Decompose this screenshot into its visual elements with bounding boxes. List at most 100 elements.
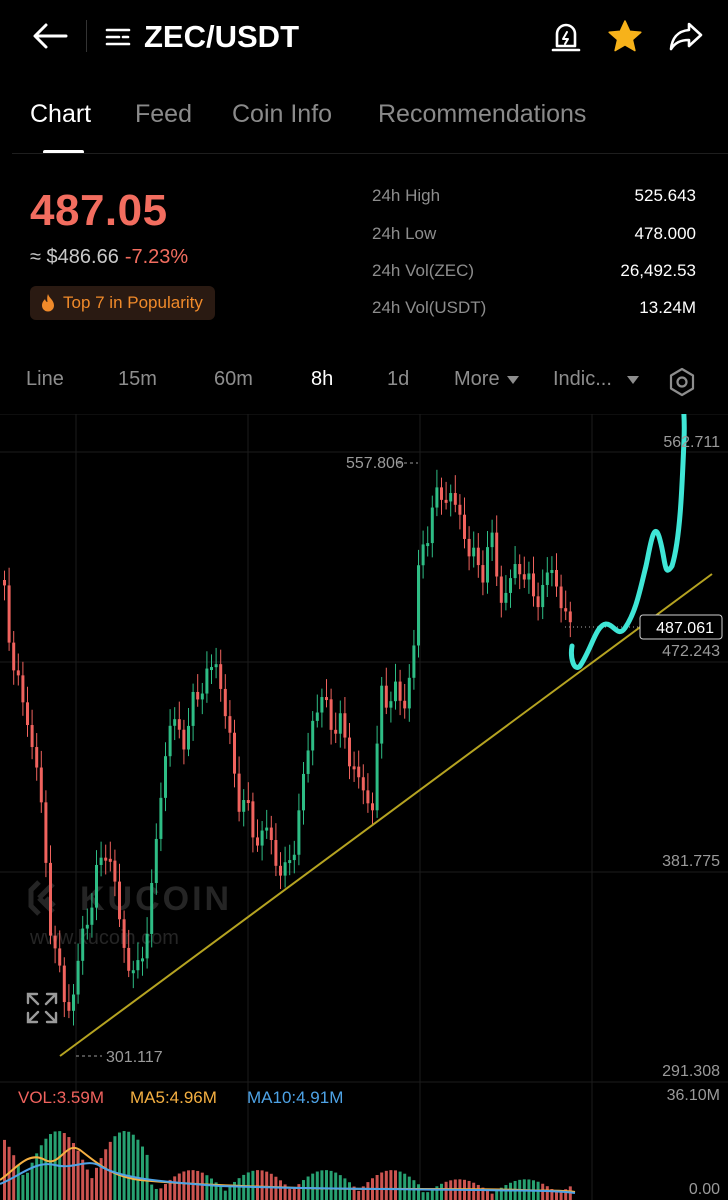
volume-bar	[205, 1175, 209, 1200]
volume-bar	[131, 1134, 135, 1200]
volume-bar	[375, 1175, 379, 1200]
candle-body	[366, 790, 370, 804]
candle-body	[536, 596, 540, 608]
volume-bar	[504, 1185, 508, 1200]
axis-label-291: 291.308	[662, 1063, 720, 1080]
candle-body	[440, 487, 443, 500]
candle-body	[108, 858, 112, 862]
candle-body	[274, 840, 278, 866]
volume-bar	[444, 1181, 448, 1200]
volume-bar	[486, 1190, 489, 1200]
volume-bar	[187, 1170, 190, 1200]
candle-body	[389, 701, 393, 708]
arrow-left-icon	[33, 23, 68, 49]
pair-selector-button[interactable]: ZEC/USDT	[104, 18, 299, 56]
candle-body	[449, 493, 453, 502]
axis-label-472: 472.243	[662, 643, 720, 660]
stat-label-24h-vol-usdt: 24h Vol(USDT)	[372, 298, 487, 317]
timeframe-60m[interactable]: 60m	[214, 368, 253, 391]
volume-bar	[26, 1172, 29, 1200]
popularity-badge[interactable]: Top 7 in Popularity	[30, 286, 215, 320]
timeframe-line[interactable]: Line	[26, 368, 64, 391]
timeframe-more[interactable]: More	[454, 368, 520, 391]
candle-body	[205, 668, 209, 694]
candle-body	[219, 664, 223, 689]
current-price-label: 487.061	[656, 620, 714, 637]
candle-body	[141, 958, 144, 962]
volume-bar	[421, 1192, 425, 1200]
volume-bar	[472, 1182, 476, 1200]
chart-settings-button[interactable]	[664, 364, 700, 400]
candle-body	[283, 862, 287, 876]
bell-alert-icon	[551, 23, 581, 52]
timeframe-8h[interactable]: 8h	[311, 368, 333, 391]
tab-coin-info[interactable]: Coin Info	[232, 100, 332, 129]
candle-body	[251, 801, 255, 838]
share-button[interactable]	[664, 16, 708, 56]
candle-body	[131, 970, 135, 974]
volume-axis-bottom: 0.00	[689, 1181, 720, 1198]
volume-bar	[325, 1170, 328, 1200]
candle-body	[168, 725, 172, 757]
candle-body	[435, 487, 439, 508]
candle-body	[343, 713, 347, 738]
candle-body	[210, 667, 213, 671]
max-marker-label: 557.806	[346, 455, 404, 472]
usd-price-row: ≈ $486.66 -7.23%	[30, 246, 188, 269]
stat-value-24h-vol-usdt: 13.24M	[639, 298, 696, 317]
candle-body	[242, 800, 246, 812]
tab-recommendations[interactable]: Recommendations	[378, 100, 586, 129]
candle-body	[430, 507, 434, 544]
candle-body	[223, 688, 227, 717]
candle-body	[472, 547, 476, 557]
candle-body	[26, 702, 29, 726]
volume-bar	[3, 1139, 6, 1200]
candle-body	[490, 532, 494, 548]
min-marker-label: 301.117	[106, 1049, 163, 1066]
candle-body	[228, 716, 232, 733]
indicators-dropdown[interactable]: Indic...	[553, 368, 640, 391]
candle-body	[504, 592, 508, 603]
volume-bar	[90, 1178, 94, 1200]
tab-chart[interactable]: Chart	[30, 100, 91, 129]
timeframe-1d[interactable]: 1d	[387, 368, 409, 391]
volume-bar	[210, 1178, 213, 1200]
volume-bar	[49, 1134, 52, 1200]
volume-bar	[366, 1182, 370, 1200]
candle-body	[541, 584, 545, 608]
hexagon-settings-icon	[669, 367, 695, 397]
fullscreen-button[interactable]	[22, 988, 62, 1028]
candle-body	[518, 564, 522, 575]
tabs-divider	[12, 153, 728, 154]
candle-body	[288, 860, 292, 864]
candle-body	[177, 719, 181, 730]
price-alert-button[interactable]	[546, 16, 586, 56]
candle-body	[173, 719, 177, 726]
favorite-button[interactable]	[604, 16, 646, 56]
candle-body	[214, 664, 218, 668]
volume-legend-ma5: MA5:4.96M	[130, 1088, 217, 1107]
volume-bar	[430, 1189, 434, 1200]
volume-bar	[223, 1190, 227, 1200]
candle-body	[334, 729, 338, 734]
tab-feed[interactable]: Feed	[135, 100, 192, 129]
volume-bar	[159, 1188, 163, 1200]
volume-bar	[417, 1184, 420, 1200]
volume-bar	[495, 1190, 499, 1200]
volume-bar	[228, 1186, 232, 1200]
candle-body	[311, 720, 315, 751]
candle-body	[380, 685, 384, 744]
candle-body	[12, 642, 16, 671]
volume-bar	[311, 1173, 315, 1200]
candle-body	[145, 933, 149, 959]
timeframe-15m[interactable]: 15m	[118, 368, 157, 391]
candle-body	[85, 924, 89, 929]
candle-body	[302, 773, 305, 811]
volume-bar	[394, 1170, 397, 1200]
candle-body	[564, 608, 568, 612]
candlestick-chart[interactable]: KUCOIN www.kucoin.com 557.806 301.117 56…	[0, 414, 728, 1200]
volume-bar	[256, 1170, 259, 1200]
candle-body	[233, 732, 236, 774]
back-button[interactable]	[28, 16, 72, 56]
volume-bar	[398, 1171, 402, 1200]
